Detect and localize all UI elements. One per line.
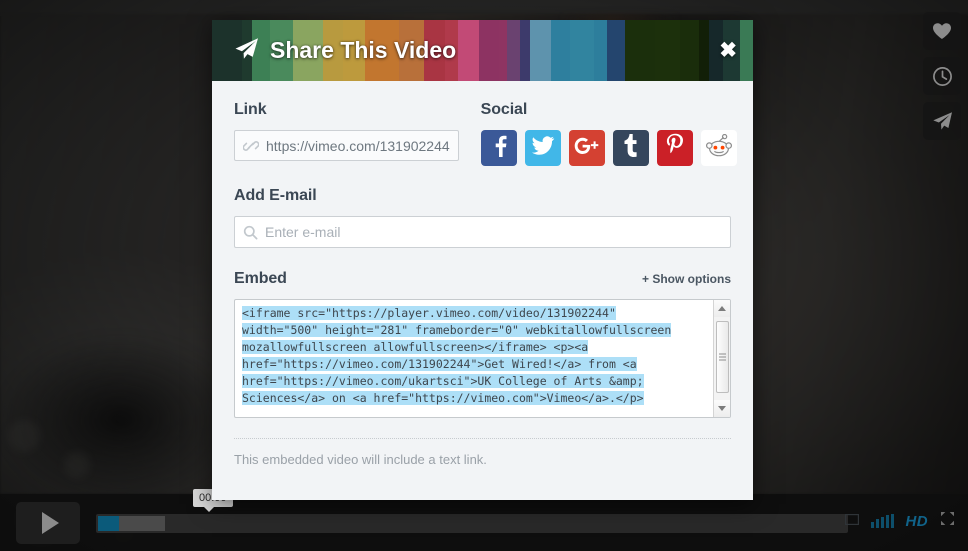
link-section-title: Link: [234, 101, 267, 118]
link-input-value: https://vimeo.com/131902244: [266, 137, 450, 154]
pinterest-share-button[interactable]: [656, 130, 693, 166]
googleplus-share-button[interactable]: [568, 130, 605, 166]
paper-plane-icon: [234, 37, 259, 65]
facebook-share-button[interactable]: [480, 130, 517, 166]
dialog-body: Link https://vimeo.com/131902244 Social …: [212, 81, 753, 500]
share-video-dialog: Share This Video ✖ Link https://vimeo.co…: [212, 20, 753, 500]
embed-scrollbar[interactable]: [713, 300, 730, 417]
share-button[interactable]: [923, 102, 961, 140]
scrollbar-thumb[interactable]: [716, 321, 729, 393]
cc-icon[interactable]: [844, 512, 859, 530]
header-band: [680, 20, 699, 81]
social-section: Social: [480, 101, 737, 166]
paper-plane-icon: [932, 111, 953, 131]
header-band: [569, 20, 594, 81]
header-band: [698, 20, 709, 81]
header-band: [551, 20, 570, 81]
reddit-icon: [705, 133, 732, 163]
watch-later-button[interactable]: [923, 57, 961, 95]
hd-quality-badge[interactable]: HD: [906, 513, 928, 530]
header-band: [654, 20, 681, 81]
social-icon-list: [480, 130, 737, 166]
header-band: [529, 20, 552, 81]
clock-icon: [932, 66, 953, 87]
header-band: [606, 20, 626, 81]
like-button[interactable]: [923, 12, 961, 50]
scroll-up-arrow[interactable]: [714, 300, 730, 317]
header-band: [625, 20, 655, 81]
header-band: [498, 20, 508, 81]
reddit-share-button[interactable]: [700, 130, 737, 166]
twitter-icon: [531, 135, 555, 162]
close-icon[interactable]: ✖: [719, 20, 737, 81]
twitter-share-button[interactable]: [524, 130, 561, 166]
dialog-title: Share This Video: [234, 20, 456, 81]
header-band: [478, 20, 499, 81]
volume-control[interactable]: [870, 514, 894, 528]
dialog-header: Share This Video ✖: [212, 20, 753, 81]
header-band: [457, 20, 479, 81]
email-section: Add E-mail Enter e-mail: [234, 187, 731, 248]
header-band: [507, 20, 521, 81]
scroll-down-arrow[interactable]: [714, 400, 730, 417]
link-input[interactable]: https://vimeo.com/131902244: [234, 130, 459, 161]
scrollbar-grip-icon: [719, 353, 726, 361]
header-band: [520, 20, 530, 81]
embed-section-title: Embed: [234, 270, 287, 287]
action-rail: [923, 12, 961, 140]
player-control-bar: 00:00 HD: [0, 489, 968, 551]
embed-section: Embed + Show options <iframe src="https:…: [234, 270, 731, 467]
fullscreen-icon[interactable]: [940, 511, 955, 531]
header-band: [740, 20, 753, 81]
link-social-row: Link https://vimeo.com/131902244 Social: [234, 101, 737, 166]
embed-code-box[interactable]: <iframe src="https://player.vimeo.com/vi…: [234, 299, 731, 418]
embed-code-text[interactable]: <iframe src="https://player.vimeo.com/vi…: [235, 300, 712, 417]
facebook-icon: [488, 134, 510, 163]
pinterest-icon: [665, 133, 685, 163]
show-options-link[interactable]: + Show options: [642, 272, 731, 286]
googleplus-icon: [574, 136, 600, 161]
play-icon: [41, 512, 59, 534]
header-band: [593, 20, 607, 81]
social-section-title: Social: [480, 101, 528, 118]
link-section: Link https://vimeo.com/131902244: [234, 101, 459, 166]
email-input-placeholder: Enter e-mail: [265, 224, 341, 240]
email-section-title: Add E-mail: [234, 187, 317, 204]
embed-note: This embedded video will include a text …: [234, 452, 487, 467]
progress-played: [98, 516, 119, 531]
embed-header: Embed + Show options: [234, 270, 731, 288]
player-page: 00:00 HD Share This Vi: [0, 0, 968, 551]
play-button[interactable]: [16, 502, 80, 544]
divider: [234, 438, 731, 439]
email-input[interactable]: Enter e-mail: [234, 216, 731, 248]
progress-bar[interactable]: 00:00: [96, 489, 848, 533]
search-icon: [243, 225, 258, 240]
tumblr-share-button[interactable]: [612, 130, 649, 166]
tumblr-icon: [623, 133, 639, 163]
heart-icon: [932, 22, 952, 40]
player-right-controls: HD: [844, 511, 955, 531]
dialog-title-text: Share This Video: [270, 37, 457, 63]
link-chain-icon: [243, 139, 259, 153]
